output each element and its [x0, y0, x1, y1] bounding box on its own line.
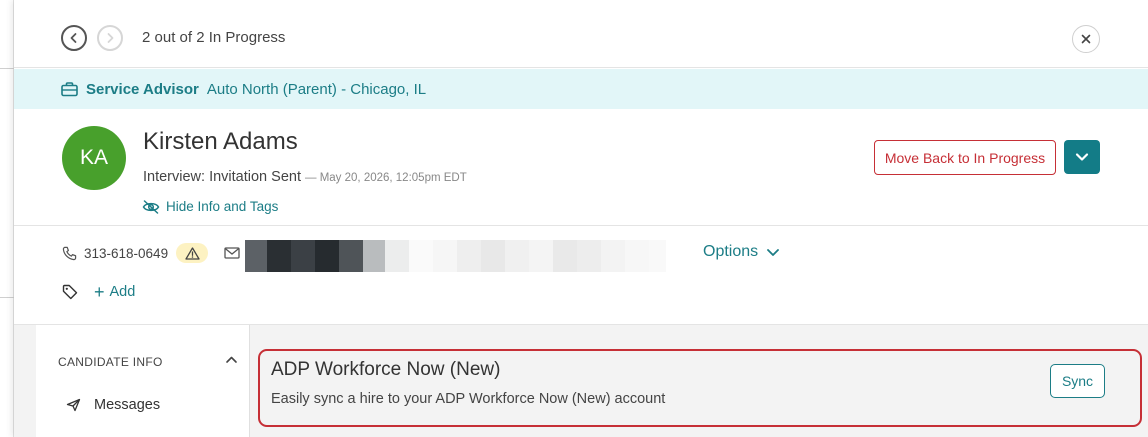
close-button[interactable]: [1072, 25, 1100, 53]
tags-row: + Add: [62, 283, 135, 301]
candidate-navigation-bar: 2 out of 2 In Progress: [14, 0, 1148, 68]
candidate-name: Kirsten Adams: [143, 128, 298, 155]
options-label: Options: [703, 243, 759, 260]
chevron-right-icon: [107, 33, 114, 43]
phone-icon: [62, 246, 77, 260]
redacted-email: [245, 240, 666, 272]
background-divider: [0, 297, 14, 298]
send-icon: [66, 398, 81, 412]
integration-description: Easily sync a hire to your ADP Workforce…: [271, 391, 666, 407]
candidate-detail-panel: 2 out of 2 In Progress Service Advisor A…: [14, 0, 1148, 437]
warning-icon: [184, 246, 200, 260]
eye-slash-icon: [142, 199, 160, 214]
chevron-down-icon: [1075, 153, 1089, 161]
phone-number[interactable]: 313-618-0649: [84, 246, 168, 261]
job-location: Auto North (Parent) - Chicago, IL: [206, 80, 427, 98]
sidebar-section-title: CANDIDATE INFO: [58, 355, 163, 369]
chevron-left-icon: [70, 33, 77, 43]
adp-integration-card: ADP Workforce Now (New) Easily sync a hi…: [258, 349, 1142, 427]
chevron-down-icon: [767, 248, 780, 256]
section-divider: [14, 225, 1148, 226]
background-page-strip: [0, 0, 14, 437]
more-actions-dropdown[interactable]: [1064, 140, 1100, 174]
move-back-button[interactable]: Move Back to In Progress: [874, 140, 1056, 175]
plus-icon: +: [94, 282, 105, 302]
hide-info-label: Hide Info and Tags: [166, 199, 279, 214]
sync-button[interactable]: Sync: [1050, 364, 1105, 398]
add-tag-label: Add: [109, 284, 136, 300]
next-candidate-button[interactable]: [97, 25, 123, 51]
status-timestamp: — May 20, 2026, 12:05pm EDT: [305, 172, 467, 184]
tag-icon: [62, 284, 78, 300]
job-banner: Service Advisor Auto North (Parent) - Ch…: [14, 69, 1148, 109]
hide-info-toggle[interactable]: Hide Info and Tags: [142, 199, 278, 214]
close-icon: [1081, 34, 1091, 44]
avatar: KA: [62, 126, 126, 190]
mail-icon: [224, 247, 240, 259]
status-text: Interview: Invitation Sent: [143, 169, 301, 185]
sidebar-item-label: Messages: [94, 397, 161, 413]
candidate-counter: 2 out of 2 In Progress: [142, 29, 286, 46]
integration-title: ADP Workforce Now (New): [271, 359, 501, 380]
lower-content-area: CANDIDATE INFO Messages ADP Workforce No…: [14, 325, 1148, 437]
previous-candidate-button[interactable]: [61, 25, 87, 51]
job-title-link[interactable]: Service Advisor: [86, 81, 199, 98]
briefcase-icon: [61, 81, 78, 96]
phone-warning-badge[interactable]: [176, 243, 209, 263]
background-divider: [0, 68, 14, 69]
candidate-status: Interview: Invitation Sent — May 20, 202…: [143, 169, 467, 185]
sidebar-item-messages[interactable]: Messages: [66, 397, 160, 413]
contact-options-dropdown[interactable]: Options: [703, 243, 780, 261]
contact-row: 313-618-0649: [62, 242, 240, 264]
add-tag-button[interactable]: + Add: [94, 283, 135, 301]
chevron-up-icon[interactable]: [225, 355, 238, 364]
candidate-sidebar: CANDIDATE INFO Messages: [36, 325, 250, 437]
